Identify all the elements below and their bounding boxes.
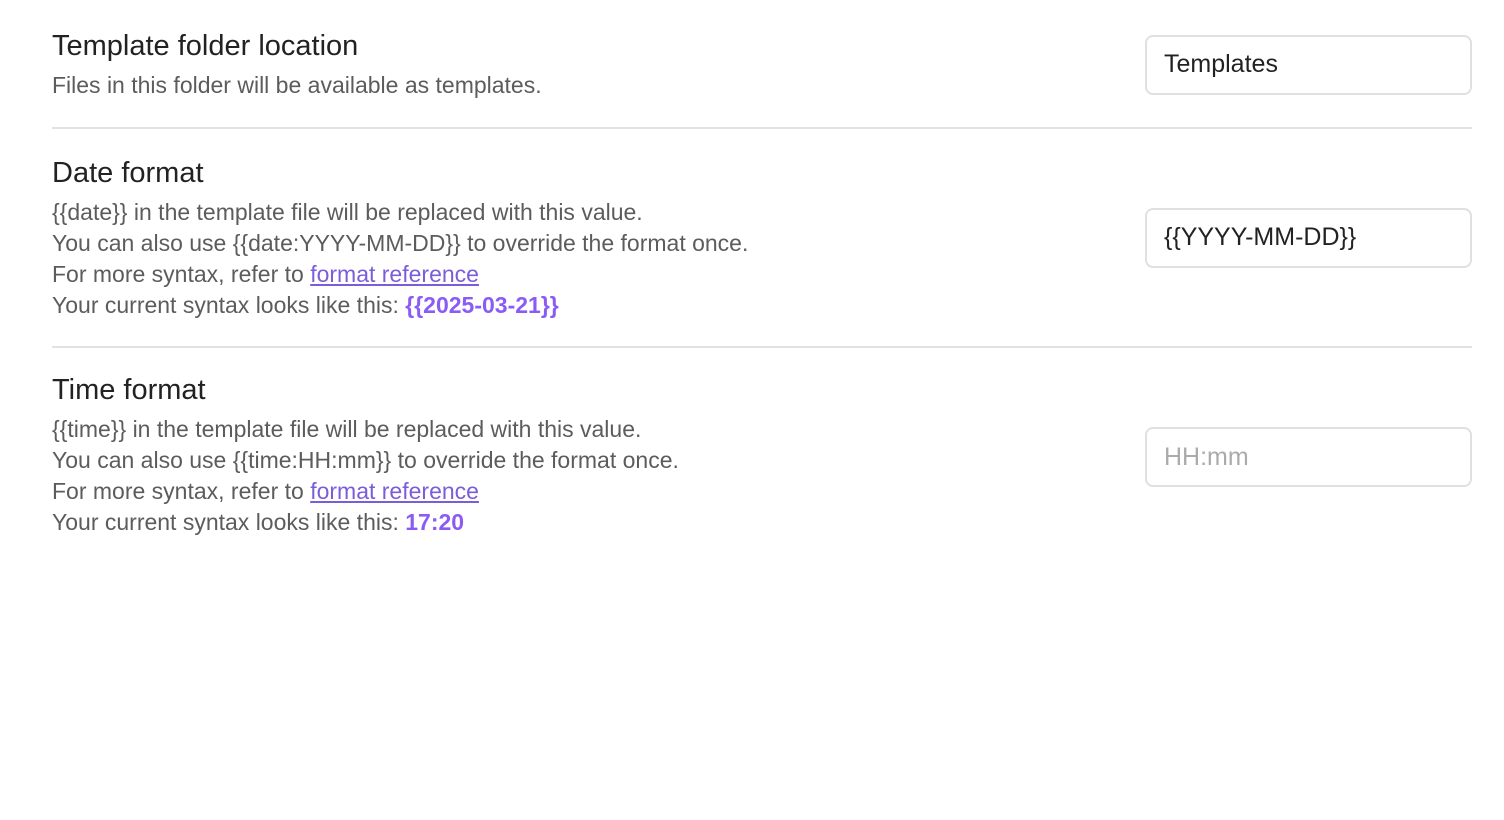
template-settings: Template folder location Files in this f… bbox=[52, 0, 1472, 566]
desc-text: Your current syntax looks like this: bbox=[52, 291, 406, 318]
desc-line: For more syntax, refer to format referen… bbox=[52, 259, 1145, 290]
date-preview-value: {{2025-03-21}} bbox=[405, 291, 559, 318]
format-reference-link[interactable]: format reference bbox=[310, 261, 479, 287]
desc-line: Your current syntax looks like this: {{2… bbox=[52, 290, 1145, 321]
date-format-input[interactable] bbox=[1145, 207, 1472, 268]
setting-description: {{date}} in the template file will be re… bbox=[52, 197, 1145, 321]
setting-name: Date format bbox=[52, 156, 204, 189]
setting-name: Time format bbox=[52, 374, 206, 406]
desc-text: For more syntax, refer to bbox=[52, 478, 311, 504]
setting-name: Template folder location bbox=[52, 30, 359, 62]
desc-text: Your current syntax looks like this: bbox=[52, 509, 406, 535]
setting-description: Files in this folder will be available a… bbox=[52, 70, 1145, 101]
template-folder-input[interactable] bbox=[1145, 34, 1472, 95]
setting-template-folder: Template folder location Files in this f… bbox=[52, 0, 1472, 129]
setting-time-format: Time format {{time}} in the template fil… bbox=[52, 348, 1472, 566]
setting-info: Time format {{time}} in the template fil… bbox=[52, 348, 1145, 538]
desc-line: You can also use {{date:YYYY-MM-DD}} to … bbox=[52, 229, 749, 256]
setting-info: Template folder location Files in this f… bbox=[52, 28, 1145, 101]
desc-line: Your current syntax looks like this: 17:… bbox=[52, 507, 1145, 538]
desc-line: For more syntax, refer to format referen… bbox=[52, 476, 1145, 507]
time-format-input[interactable] bbox=[1145, 427, 1472, 487]
setting-info: Date format {{date}} in the template fil… bbox=[52, 155, 1145, 321]
desc-line: Files in this folder will be available a… bbox=[52, 72, 542, 98]
desc-line: {{date}} in the template file will be re… bbox=[52, 198, 643, 225]
desc-line: You can also use {{time:HH:mm}} to overr… bbox=[52, 447, 679, 473]
desc-line: {{time}} in the template file will be re… bbox=[52, 416, 642, 442]
setting-date-format: Date format {{date}} in the template fil… bbox=[52, 129, 1472, 348]
time-preview-value: 17:20 bbox=[405, 509, 465, 535]
format-reference-link[interactable]: format reference bbox=[310, 478, 479, 504]
desc-text: For more syntax, refer to bbox=[52, 260, 311, 287]
setting-description: {{time}} in the template file will be re… bbox=[52, 414, 1145, 538]
